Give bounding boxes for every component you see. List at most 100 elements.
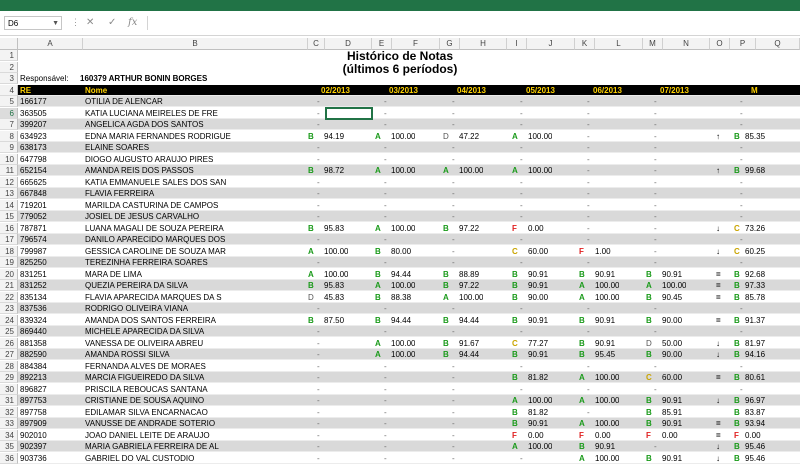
row-header-21[interactable]: 21 <box>0 280 18 291</box>
column-header-l[interactable]: L <box>595 38 643 50</box>
cell-period-2: - <box>384 97 387 106</box>
column-header-q[interactable]: Q <box>756 38 800 50</box>
row-header-18[interactable]: 18 <box>0 245 18 257</box>
row-header-13[interactable]: 13 <box>0 188 18 199</box>
row-header-30[interactable]: 30 <box>0 383 18 395</box>
cell-period-6: 0.00 <box>662 430 678 440</box>
table-row: 837536 RODRIGO OLIVEIRA VIANA - - - - - - - <box>18 303 800 314</box>
grade-letter: A <box>512 396 518 405</box>
row-header-8[interactable]: 8 <box>0 130 18 142</box>
column-header-a[interactable]: A <box>18 38 83 50</box>
select-all-corner[interactable] <box>0 38 18 50</box>
cancel-icon[interactable]: ✕ <box>86 16 94 30</box>
cell-period-5: 90.91 <box>595 315 616 325</box>
row-header-36[interactable]: 36 <box>0 452 18 464</box>
cell-period-3: 100.00 <box>459 292 484 302</box>
column-header-n[interactable]: N <box>663 38 710 50</box>
cell-period-4: - <box>520 384 523 394</box>
cell-period-3: - <box>452 361 455 371</box>
cell-mean: 73.26 <box>745 223 766 233</box>
grade-letter: A <box>646 281 652 290</box>
row-header-16[interactable]: 16 <box>0 222 18 234</box>
cell-mean: 97.33 <box>745 281 766 290</box>
selected-cell[interactable] <box>325 106 373 120</box>
row-header-20[interactable]: 20 <box>0 268 18 280</box>
cell-period-3: - <box>452 407 455 417</box>
row-header-19[interactable]: 19 <box>0 257 18 268</box>
table-row: 647798 DIOGO AUGUSTO ARAUJO PIRES - - - - - - - <box>18 154 800 165</box>
row-header-11[interactable]: 11 <box>0 165 18 176</box>
trend-down-icon: ↓ <box>716 338 720 348</box>
row-header-34[interactable]: 34 <box>0 429 18 441</box>
row-header-12[interactable]: 12 <box>0 176 18 188</box>
cell-period-1: - <box>317 384 320 394</box>
cell-re: 667848 <box>20 189 47 198</box>
table-row: 869440 MICHELE APARECIDA DA SILVA - - - - - - - <box>18 326 800 337</box>
formula-input[interactable] <box>147 16 798 30</box>
row-header-23[interactable]: 23 <box>0 303 18 314</box>
cell-period-2: - <box>384 430 387 440</box>
cell-re: 647798 <box>20 154 47 164</box>
row-header-5[interactable]: 5 <box>0 96 18 107</box>
cell-period-5: 100.00 <box>595 396 620 405</box>
column-header-h[interactable]: H <box>460 38 507 50</box>
name-box[interactable]: D6 ▼ <box>4 16 62 30</box>
cell-period-5: - <box>587 108 590 118</box>
cell-nome: ANGELICA AGDA DOS SANTOS <box>85 120 204 129</box>
row-header-9[interactable]: 9 <box>0 142 18 153</box>
row-header-31[interactable]: 31 <box>0 395 18 406</box>
cell-period-3: - <box>452 143 455 152</box>
grade-letter: B <box>646 315 652 325</box>
row-header-28[interactable]: 28 <box>0 360 18 372</box>
column-header-j[interactable]: J <box>527 38 575 50</box>
table-row: 779052 JOSIEL DE JESUS CARVALHO - - - - - - - <box>18 211 800 222</box>
trend-up-icon: ↑ <box>716 166 720 175</box>
cell-period-5: - <box>587 327 590 336</box>
row-header-27[interactable]: 27 <box>0 349 18 360</box>
column-header-p[interactable]: P <box>730 38 756 50</box>
grade-letter: F <box>734 430 739 440</box>
cell-mean: 85.78 <box>745 292 766 302</box>
row-header-32[interactable]: 32 <box>0 406 18 418</box>
cell-nome: MARIA GABRIELA FERREIRA DE AL <box>85 442 219 451</box>
grade-letter: B <box>579 350 585 359</box>
cell-re: 399207 <box>20 120 47 129</box>
row-header-4[interactable]: 4 <box>0 84 18 96</box>
row-header-14[interactable]: 14 <box>0 199 18 211</box>
table-row: 897909 VANUSSE DE ANDRADE SOTERIO - - - B 90.9… <box>18 418 800 429</box>
row-header-24[interactable]: 24 <box>0 314 18 326</box>
row-header-35[interactable]: 35 <box>0 441 18 452</box>
table-row: 652154 AMANDA REIS DOS PASSOS B 98.72 A 100.0… <box>18 165 800 176</box>
row-header-26[interactable]: 26 <box>0 337 18 349</box>
cell-period-6: - <box>654 131 657 141</box>
row-header-15[interactable]: 15 <box>0 211 18 222</box>
ribbon-strip <box>0 0 800 11</box>
column-header-k[interactable]: K <box>575 38 595 50</box>
column-header-o[interactable]: O <box>710 38 730 50</box>
cell-period-4: 81.82 <box>528 407 549 417</box>
column-header-c[interactable]: C <box>308 38 325 50</box>
chevron-down-icon[interactable]: ▼ <box>52 17 59 30</box>
row-header-29[interactable]: 29 <box>0 372 18 383</box>
grade-letter: B <box>579 269 585 279</box>
function-icon[interactable]: fx <box>128 16 137 30</box>
cell-nome: EDILAMAR SILVA ENCARNACAO <box>85 407 208 417</box>
row-header-7[interactable]: 7 <box>0 119 18 130</box>
responsavel-label: Responsável: <box>20 74 69 83</box>
row-header-33[interactable]: 33 <box>0 418 18 429</box>
cell-period-3: - <box>452 177 455 187</box>
column-header-i[interactable]: I <box>507 38 527 50</box>
cell-period-5: - <box>587 166 590 175</box>
cell-re: 799987 <box>20 246 47 256</box>
row-header-10[interactable]: 10 <box>0 153 18 165</box>
row-header-17[interactable]: 17 <box>0 234 18 245</box>
row-header-6[interactable]: 6 <box>0 107 18 119</box>
row-header-25[interactable]: 25 <box>0 326 18 337</box>
cell-re: 796574 <box>20 235 47 244</box>
column-header-b[interactable]: B <box>83 38 308 50</box>
column-header-m[interactable]: M <box>643 38 663 50</box>
grade-letter: C <box>512 338 518 348</box>
row-header-22[interactable]: 22 <box>0 291 18 303</box>
enter-icon[interactable]: ✓ <box>108 16 116 30</box>
cell-mean: - <box>740 235 743 244</box>
